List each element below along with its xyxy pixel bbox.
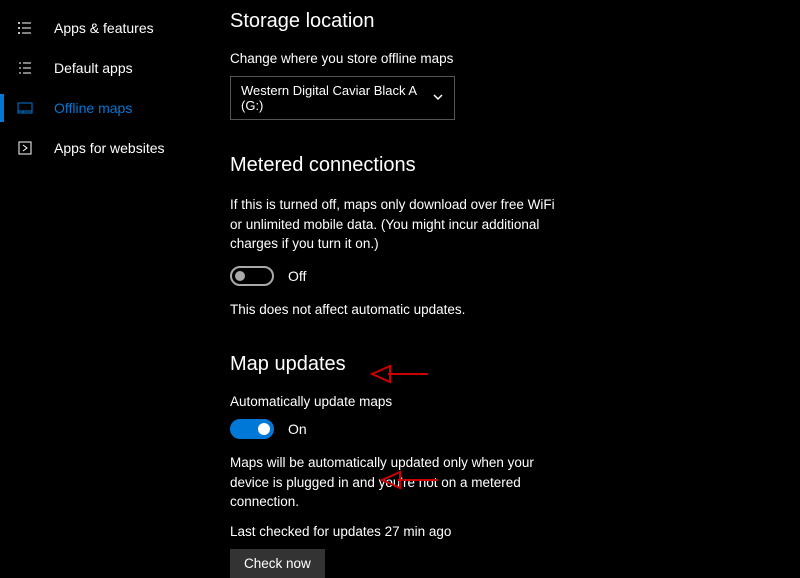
section-storage-location: Storage location Change where you store … <box>230 10 560 120</box>
sidebar-item-label: Apps & features <box>54 20 154 36</box>
sidebar-item-default-apps[interactable]: Default apps <box>0 48 230 88</box>
last-checked-status: Last checked for updates 27 min ago <box>230 524 560 539</box>
auto-update-toggle[interactable] <box>230 419 274 439</box>
offline-maps-icon <box>16 99 34 117</box>
updates-description: Maps will be automatically updated only … <box>230 453 560 512</box>
sidebar-item-label: Offline maps <box>54 100 132 116</box>
settings-sidebar: Apps & features Default apps Offline <box>0 0 230 501</box>
storage-location-dropdown[interactable]: Western Digital Caviar Black A (G:) <box>230 76 455 120</box>
dropdown-value: Western Digital Caviar Black A (G:) <box>241 83 432 113</box>
sidebar-item-offline-maps[interactable]: Offline maps <box>0 88 230 128</box>
metered-footer: This does not affect automatic updates. <box>230 300 560 320</box>
sidebar-item-apps-websites[interactable]: Apps for websites <box>0 128 230 168</box>
section-map-updates: Map updates Automatically update maps On… <box>230 353 560 578</box>
section-metered-connections: Metered connections If this is turned of… <box>230 154 560 319</box>
sidebar-item-apps-features[interactable]: Apps & features <box>0 8 230 48</box>
chevron-down-icon <box>432 91 444 106</box>
metered-description: If this is turned off, maps only downloa… <box>230 195 560 254</box>
apps-features-icon <box>16 19 34 37</box>
section-title: Map updates <box>230 353 560 376</box>
sidebar-item-label: Apps for websites <box>54 140 165 156</box>
default-apps-icon <box>16 59 34 77</box>
apps-websites-icon <box>16 139 34 157</box>
section-title: Metered connections <box>230 154 560 177</box>
auto-update-toggle-label: On <box>288 421 307 437</box>
check-now-button[interactable]: Check now <box>230 549 325 578</box>
metered-toggle[interactable] <box>230 266 274 286</box>
metered-toggle-label: Off <box>288 268 306 284</box>
settings-content: Storage location Change where you store … <box>230 0 800 501</box>
sidebar-item-label: Default apps <box>54 60 133 76</box>
storage-caption: Change where you store offline maps <box>230 51 560 66</box>
section-title: Storage location <box>230 10 560 33</box>
updates-caption: Automatically update maps <box>230 394 560 409</box>
